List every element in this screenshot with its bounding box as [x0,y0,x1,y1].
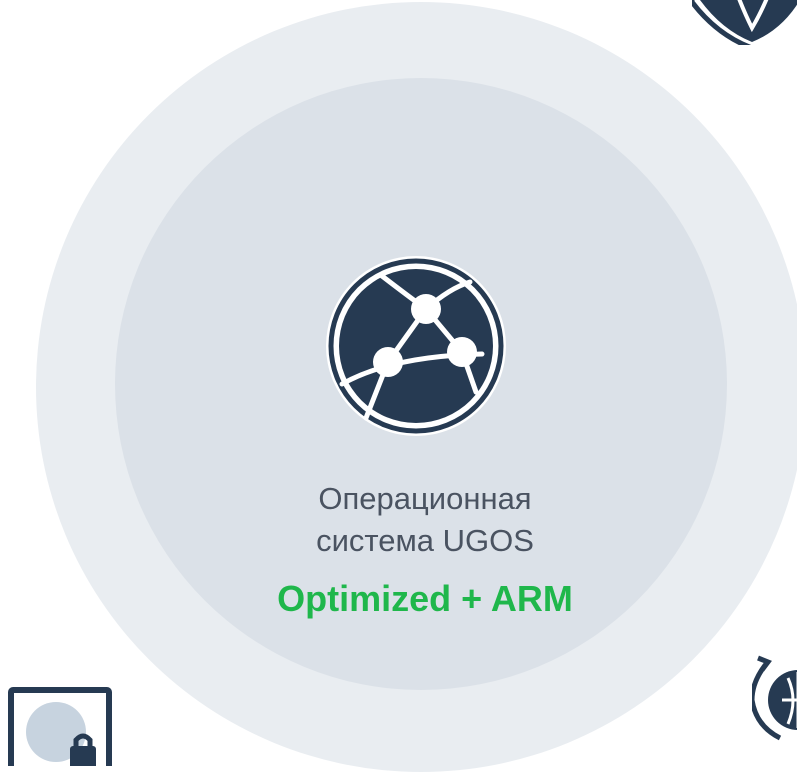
feature-title: Операционная система UGOS [200,478,650,562]
feature-tag: Optimized + ARM [277,578,573,619]
title-line-1: Операционная [318,481,532,516]
globe-sync-icon [752,655,797,741]
network-nodes-icon [326,256,506,436]
shield-icon [692,0,797,45]
remote-desktop-icon [8,687,112,766]
title-line-2: система UGOS [316,523,534,558]
